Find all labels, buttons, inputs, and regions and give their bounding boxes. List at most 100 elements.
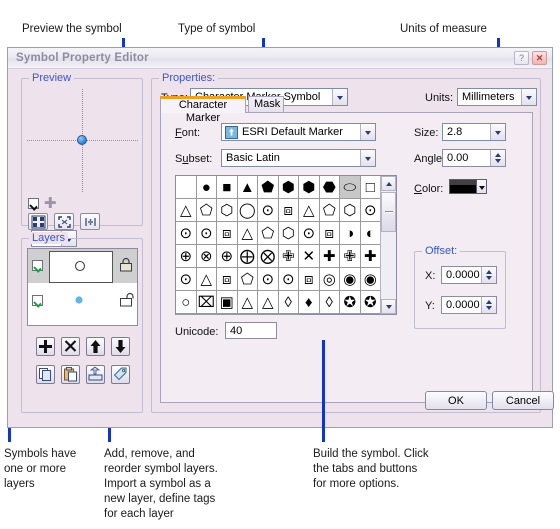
character-cell[interactable]: ⬡: [217, 199, 238, 222]
character-cell[interactable]: ⬠: [196, 199, 217, 222]
character-cell[interactable]: ✫: [176, 314, 197, 315]
offset-x-stepper[interactable]: [481, 267, 496, 283]
character-cell[interactable]: ◐: [360, 222, 381, 245]
chevron-down-icon[interactable]: [521, 89, 536, 105]
character-cell[interactable]: [176, 176, 197, 199]
chevron-down-icon[interactable]: [360, 124, 375, 140]
character-cell[interactable]: ◑: [340, 222, 361, 245]
character-cell[interactable]: ⊙: [360, 199, 381, 222]
character-cell[interactable]: ★: [217, 314, 238, 315]
chevron-down-icon[interactable]: [332, 89, 347, 105]
character-cell[interactable]: ♦: [299, 291, 320, 314]
character-cell[interactable]: ◎: [319, 268, 340, 291]
character-cell[interactable]: ⬟: [258, 176, 279, 199]
character-cell[interactable]: ⨁: [237, 245, 258, 268]
character-cell[interactable]: ✚: [319, 245, 340, 268]
character-cell[interactable]: ⬣: [319, 176, 340, 199]
character-cell[interactable]: ▲: [237, 176, 258, 199]
character-cell[interactable]: ☆: [258, 314, 279, 315]
character-cell[interactable]: ⬠: [319, 199, 340, 222]
actual-size-icon[interactable]: [80, 213, 101, 230]
character-cell[interactable]: ✕: [299, 245, 320, 268]
unicode-input[interactable]: 40: [225, 322, 277, 339]
character-cell[interactable]: ▣: [217, 291, 238, 314]
character-cell[interactable]: ⊙: [176, 268, 197, 291]
character-cell[interactable]: ✚: [360, 245, 381, 268]
delete-layer-button[interactable]: [61, 337, 80, 356]
character-cell[interactable]: ⨂: [258, 245, 279, 268]
fit-to-window-icon[interactable]: [54, 213, 75, 230]
character-cell[interactable]: ◉: [360, 268, 381, 291]
character-cell[interactable]: ⬡: [278, 222, 299, 245]
import-layer-button[interactable]: [86, 365, 105, 384]
character-cell[interactable]: ⊙: [258, 199, 279, 222]
show-crosshair-checkbox[interactable]: [28, 197, 39, 209]
lock-icon[interactable]: [118, 292, 134, 308]
color-dropdown-arrow[interactable]: [477, 179, 487, 194]
character-grid-cells[interactable]: ● ■ ▲ ⬟ ⬢ ⬢ ⬣ ⬭ □ △ ⬠ ⬡ ◯ ⊙ ⧈ △ ⬠ ⬡ ⊙ ⊙ ⊙ ⧈ △ ⬠ ⬡ ⊙ ⧈ ◑ ◐ ⊕ ⊗ ⊕ ⨁ ⨂ ✙ ✕ ✚ ✙ ✚ ⊙…: [176, 176, 381, 315]
character-cell[interactable]: ⊙: [176, 222, 197, 245]
angle-input[interactable]: 0.00: [442, 149, 506, 167]
character-cell[interactable]: ⌧: [196, 291, 217, 314]
character-cell[interactable]: ⊕: [176, 245, 197, 268]
scroll-up-arrow-icon[interactable]: [381, 176, 396, 191]
lock-icon[interactable]: [118, 257, 134, 273]
character-cell[interactable]: ○: [176, 291, 197, 314]
character-cell[interactable]: ◊: [278, 291, 299, 314]
character-cell[interactable]: △: [176, 199, 197, 222]
tag-icon[interactable]: [111, 365, 130, 384]
character-cell[interactable]: □: [360, 176, 381, 199]
scroll-down-arrow-icon[interactable]: [381, 299, 396, 314]
character-cell[interactable]: ◉: [340, 268, 361, 291]
offset-y-input[interactable]: 0.0000: [441, 296, 497, 314]
character-cell[interactable]: ⬠: [258, 222, 279, 245]
layer-visibility-checkbox[interactable]: [32, 295, 43, 306]
character-cell[interactable]: ⧈: [217, 268, 238, 291]
color-swatch[interactable]: [449, 179, 477, 194]
close-button[interactable]: ✕: [532, 51, 547, 65]
font-combo[interactable]: ESRI Default Marker: [221, 123, 376, 141]
character-cell[interactable]: △: [237, 291, 258, 314]
character-cell[interactable]: ⊙: [299, 222, 320, 245]
character-cell[interactable]: ⊙: [196, 222, 217, 245]
character-cell[interactable]: ⬭: [340, 176, 361, 199]
character-cell[interactable]: ⧈: [217, 222, 238, 245]
subset-combo[interactable]: Basic Latin: [221, 149, 376, 167]
character-cell[interactable]: ⧈: [299, 268, 320, 291]
character-cell[interactable]: ⬢: [278, 176, 299, 199]
ok-button[interactable]: OK: [425, 391, 487, 410]
character-cell[interactable]: ⬡: [340, 199, 361, 222]
character-cell[interactable]: ⊕: [217, 245, 238, 268]
list-item[interactable]: [28, 284, 137, 318]
character-cell[interactable]: ◊: [319, 291, 340, 314]
character-cell[interactable]: △: [196, 268, 217, 291]
character-cell[interactable]: △: [237, 222, 258, 245]
cancel-button[interactable]: Cancel: [492, 391, 554, 410]
add-layer-button[interactable]: [36, 337, 55, 356]
character-cell[interactable]: ✙: [278, 245, 299, 268]
size-combo[interactable]: 2.8: [442, 123, 506, 141]
layers-list[interactable]: [27, 248, 138, 326]
character-cell[interactable]: ✙: [340, 245, 361, 268]
character-cell[interactable]: ⊙: [258, 268, 279, 291]
list-item[interactable]: [28, 249, 137, 283]
character-cell[interactable]: ⧈: [278, 199, 299, 222]
tab-mask[interactable]: Mask: [248, 96, 284, 113]
chevron-down-icon[interactable]: [490, 124, 505, 140]
character-cell[interactable]: ⊗: [196, 245, 217, 268]
layer-visibility-checkbox[interactable]: [32, 260, 43, 271]
character-cell[interactable]: ⧈: [319, 222, 340, 245]
character-cell[interactable]: ⬢: [299, 176, 320, 199]
copy-layer-button[interactable]: [36, 365, 55, 384]
character-cell[interactable]: ☆: [237, 314, 258, 315]
character-cell[interactable]: ◯: [237, 199, 258, 222]
character-cell[interactable]: ⬠: [237, 268, 258, 291]
dialog-titlebar[interactable]: Symbol Property Editor ? ✕: [8, 48, 552, 69]
help-button[interactable]: ?: [514, 51, 529, 65]
character-cell[interactable]: ✪: [360, 291, 381, 314]
preview-canvas[interactable]: [27, 89, 138, 192]
character-cell[interactable]: ⊙: [278, 268, 299, 291]
character-cell[interactable]: ✪: [340, 291, 361, 314]
character-cell[interactable]: ✬: [196, 314, 217, 315]
units-combo[interactable]: Millimeters: [457, 88, 537, 106]
